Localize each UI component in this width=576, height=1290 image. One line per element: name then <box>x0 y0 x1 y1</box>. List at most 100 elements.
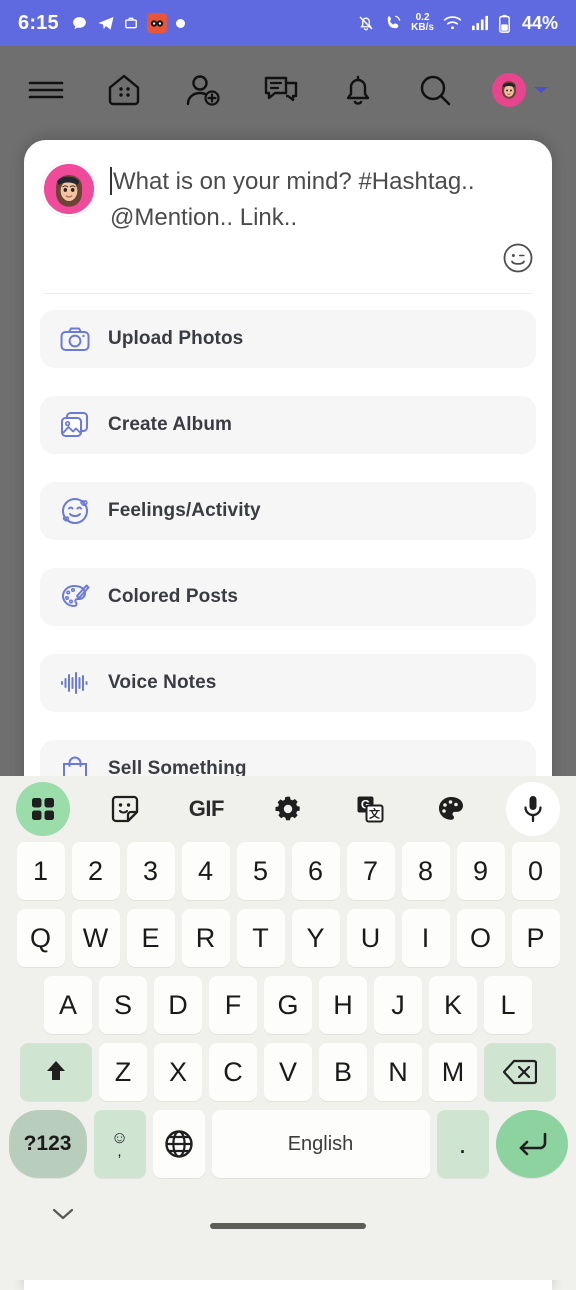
bell-muted-icon <box>357 14 375 32</box>
enter-icon[interactable] <box>495 1110 568 1178</box>
orange-app-icon <box>146 13 167 33</box>
battery-icon <box>498 14 511 33</box>
battery-percent: 44% <box>521 12 558 33</box>
key-g[interactable]: G <box>264 976 312 1034</box>
keyboard-row-middle: A S D F G H J K L <box>0 976 576 1034</box>
keyboard: GIF G文 1 2 3 4 5 6 7 8 9 0 Q W E R T Y U <box>0 776 576 1280</box>
status-bar: 6:15 0.2 KB/s 44% <box>0 0 576 46</box>
key-z[interactable]: Z <box>99 1043 147 1101</box>
home-icon[interactable] <box>104 71 144 109</box>
photo-album-icon <box>60 411 90 439</box>
key-d[interactable]: D <box>154 976 202 1034</box>
palette-icon[interactable] <box>424 782 478 836</box>
key-v[interactable]: V <box>264 1043 312 1101</box>
key-r[interactable]: R <box>181 909 230 967</box>
backspace-icon[interactable] <box>484 1043 556 1101</box>
key-h[interactable]: H <box>319 976 367 1034</box>
sticker-icon[interactable] <box>98 782 152 836</box>
call-icon <box>384 14 402 32</box>
svg-text:文: 文 <box>369 807 381 821</box>
key-3[interactable]: 3 <box>126 842 175 900</box>
avatar[interactable] <box>491 73 526 107</box>
apps-grid-icon[interactable] <box>16 782 70 836</box>
key-e[interactable]: E <box>126 909 175 967</box>
key-t[interactable]: T <box>236 909 285 967</box>
shift-icon[interactable] <box>20 1043 92 1101</box>
key-8[interactable]: 8 <box>401 842 450 900</box>
space-key[interactable]: English <box>211 1110 430 1178</box>
key-o[interactable]: O <box>456 909 505 967</box>
key-i[interactable]: I <box>401 909 450 967</box>
post-text-field[interactable]: What is on your mind? #Hashtag.. @Mention… <box>110 162 534 236</box>
gear-icon[interactable] <box>261 782 315 836</box>
chevron-down-icon[interactable] <box>532 83 550 97</box>
profile-menu[interactable] <box>491 73 550 107</box>
option-label: Create Album <box>108 414 233 435</box>
post-placeholder: What is on your mind? #Hashtag.. @Mention… <box>110 164 534 236</box>
key-y[interactable]: Y <box>291 909 340 967</box>
option-feelings-activity[interactable]: Feelings/Activity <box>40 482 536 540</box>
key-a[interactable]: A <box>44 976 92 1034</box>
key-j[interactable]: J <box>374 976 422 1034</box>
compose-area[interactable]: What is on your mind? #Hashtag.. @Mention… <box>24 140 552 236</box>
smiley-face-icon <box>60 496 90 526</box>
key-f[interactable]: F <box>209 976 257 1034</box>
user-avatar[interactable] <box>42 162 96 216</box>
key-5[interactable]: 5 <box>236 842 285 900</box>
key-q[interactable]: Q <box>16 909 65 967</box>
key-u[interactable]: U <box>346 909 395 967</box>
post-options-list: Upload Photos Create Album Feelings/Acti… <box>24 294 552 798</box>
post-placeholder-line1: What is on your mind? #Hashtag.. <box>113 168 475 195</box>
option-label: Colored Posts <box>108 586 239 607</box>
emoji-key[interactable]: ☺ , <box>93 1110 146 1178</box>
option-label: Upload Photos <box>108 328 244 349</box>
add-friend-icon[interactable] <box>183 71 223 109</box>
notifications-icon[interactable] <box>339 71 377 109</box>
key-7[interactable]: 7 <box>346 842 395 900</box>
key-l[interactable]: L <box>484 976 532 1034</box>
period-key[interactable]: . <box>436 1110 489 1178</box>
microphone-icon[interactable] <box>505 782 560 836</box>
gif-icon[interactable]: GIF <box>179 782 233 836</box>
home-gesture-bar[interactable] <box>210 1223 366 1229</box>
waveform-icon <box>60 670 90 696</box>
symbols-key[interactable]: ?123 <box>8 1110 87 1178</box>
key-b[interactable]: B <box>319 1043 367 1101</box>
status-time: 6:15 <box>18 11 59 34</box>
key-n[interactable]: N <box>374 1043 422 1101</box>
option-upload-photos[interactable]: Upload Photos <box>40 310 536 368</box>
network-speed-unit: KB/s <box>411 22 434 33</box>
key-s[interactable]: S <box>99 976 147 1034</box>
gif-label: GIF <box>188 796 225 821</box>
key-4[interactable]: 4 <box>181 842 230 900</box>
keyboard-row-numbers: 1 2 3 4 5 6 7 8 9 0 <box>0 842 576 900</box>
menu-icon[interactable] <box>26 75 66 105</box>
chevron-down-icon[interactable] <box>50 1205 76 1228</box>
camera-icon <box>60 326 90 352</box>
key-9[interactable]: 9 <box>456 842 505 900</box>
option-create-album[interactable]: Create Album <box>40 396 536 454</box>
key-k[interactable]: K <box>429 976 477 1034</box>
keyboard-toolbar: GIF G文 <box>0 776 576 842</box>
key-1[interactable]: 1 <box>16 842 65 900</box>
option-colored-posts[interactable]: Colored Posts <box>40 568 536 626</box>
telegram-icon <box>97 14 115 32</box>
key-c[interactable]: C <box>209 1043 257 1101</box>
key-m[interactable]: M <box>429 1043 477 1101</box>
key-2[interactable]: 2 <box>71 842 120 900</box>
key-w[interactable]: W <box>71 909 120 967</box>
network-speed: 0.2 KB/s <box>411 13 434 33</box>
navigation-bar <box>0 1187 576 1245</box>
messages-icon[interactable] <box>261 72 301 108</box>
globe-icon[interactable] <box>152 1110 205 1178</box>
key-p[interactable]: P <box>511 909 560 967</box>
search-icon[interactable] <box>416 71 454 109</box>
emoji-icon[interactable] <box>502 242 534 279</box>
emoji-key-sub: , <box>117 1143 122 1160</box>
key-0[interactable]: 0 <box>511 842 560 900</box>
key-6[interactable]: 6 <box>291 842 340 900</box>
key-x[interactable]: X <box>154 1043 202 1101</box>
translate-icon[interactable]: G文 <box>343 782 397 836</box>
option-voice-notes[interactable]: Voice Notes <box>40 654 536 712</box>
compose-emoji-row <box>24 236 552 279</box>
